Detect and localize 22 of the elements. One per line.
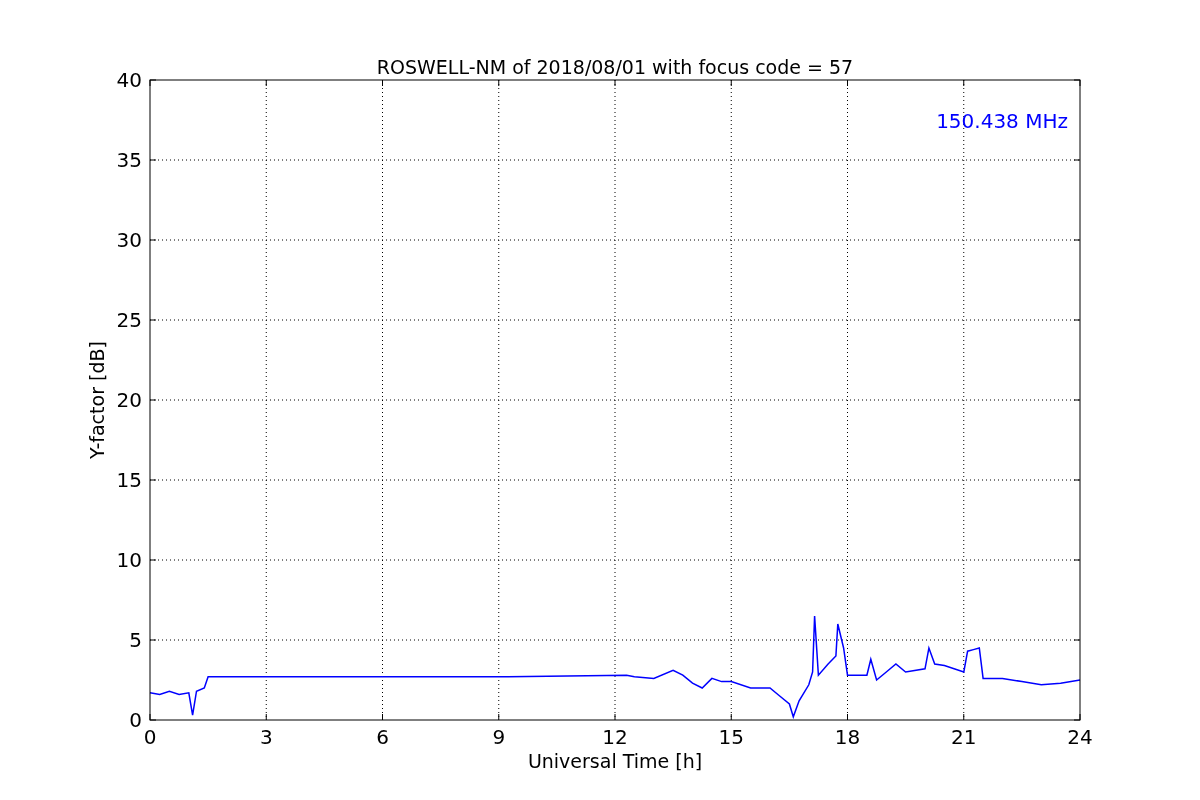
tick-label: 0 bbox=[129, 708, 142, 732]
tick-label: 20 bbox=[116, 388, 142, 412]
tick-label: 6 bbox=[376, 725, 389, 749]
tick-label: 15 bbox=[116, 468, 142, 492]
tick-label: 18 bbox=[834, 725, 861, 749]
tick-label: 30 bbox=[116, 228, 142, 252]
tick-label: 21 bbox=[951, 725, 977, 749]
tick-label: 5 bbox=[129, 628, 142, 652]
tick-label: 40 bbox=[116, 68, 142, 92]
tick-label: 12 bbox=[602, 725, 628, 749]
tick-label: 9 bbox=[492, 725, 506, 749]
tick-label: 0 bbox=[143, 725, 157, 749]
tick-label: 24 bbox=[1067, 725, 1093, 749]
tick-label: 35 bbox=[116, 148, 142, 172]
tick-label: 15 bbox=[718, 725, 744, 749]
chart-title: ROSWELL-NM of 2018/08/01 with focus code = 57 bbox=[376, 56, 854, 78]
tick-label: 10 bbox=[116, 548, 142, 572]
x-axis-label: Universal Time [h] bbox=[527, 750, 703, 772]
tick-label: 3 bbox=[259, 725, 273, 749]
y-axis-label: Y-factor [dB] bbox=[86, 341, 108, 459]
series-label: 150.438 MHz bbox=[936, 109, 1068, 133]
tick-label: 25 bbox=[116, 308, 142, 332]
